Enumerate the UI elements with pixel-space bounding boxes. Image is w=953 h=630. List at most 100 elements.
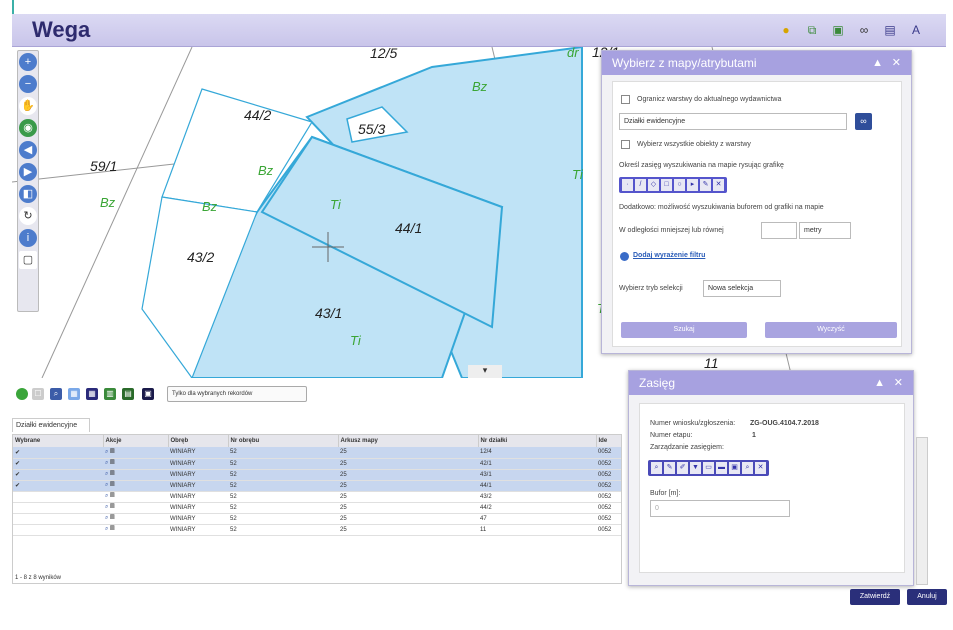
checkbox-icon[interactable]: ☐	[32, 388, 44, 400]
zoom-icon[interactable]: ⌕	[105, 471, 108, 477]
cell-ide: 0052	[596, 469, 621, 481]
zoom-icon[interactable]: ⌕	[105, 526, 108, 532]
trash-icon[interactable]: ▤	[110, 504, 115, 510]
column-header[interactable]: Nr działki	[478, 435, 597, 447]
table-row[interactable]: ✔ ⌕ ▤ WINIARY 52 25 44/1 0052	[13, 480, 621, 492]
unit-select[interactable]: metry	[799, 222, 851, 239]
vertical-scrollbar[interactable]	[916, 437, 928, 585]
grid-icon[interactable]: ▦	[68, 388, 80, 400]
close-icon[interactable]: ✕	[894, 371, 903, 395]
filter-table-icon[interactable]: ▣	[142, 388, 154, 400]
draw-line-icon[interactable]: /	[635, 179, 646, 191]
tab-dzialki[interactable]: Działki ewidencyjne	[12, 418, 90, 432]
save-icon[interactable]: ▣	[729, 462, 740, 474]
table-row[interactable]: ⌕ ▤ WINIARY 52 25 44/2 0052	[13, 502, 621, 514]
column-header[interactable]: Akcje	[103, 435, 169, 447]
layer-icon[interactable]: ▭	[703, 462, 714, 474]
zoom-icon[interactable]: ⌕	[105, 504, 108, 510]
column-header[interactable]: Wybrane	[13, 435, 104, 447]
select-icon[interactable]: ◧	[19, 185, 37, 203]
cell-obreb: WINIARY	[168, 513, 228, 525]
draw-rect-icon[interactable]: □	[661, 179, 672, 191]
add-filter-icon[interactable]	[620, 252, 629, 261]
draw-delete-icon[interactable]: ✕	[713, 179, 724, 191]
binoculars-icon[interactable]: ∞	[856, 22, 872, 38]
export-icon[interactable]: ▢	[19, 251, 37, 269]
extent-panel-body: Numer wniosku/zgłoszenia: ZG-OUG.4104.7.…	[639, 403, 905, 573]
column-header[interactable]: Obręb	[168, 435, 229, 447]
zoom-icon[interactable]: ⌕	[105, 460, 108, 466]
draw-polygon-icon[interactable]: ◇	[648, 179, 659, 191]
select-all-checkbox[interactable]	[621, 140, 630, 149]
cell-nr: 52	[228, 458, 338, 470]
text-size-icon[interactable]: A	[908, 22, 924, 38]
close-icon[interactable]: ✕	[892, 51, 901, 75]
table-icon[interactable]: ▦	[86, 388, 98, 400]
status-icon[interactable]	[16, 388, 28, 400]
delete-icon[interactable]: ▬	[716, 462, 727, 474]
refresh-icon[interactable]: ↻	[19, 207, 37, 225]
back-icon[interactable]: ◀	[19, 141, 37, 159]
edit-icon[interactable]: ✐	[677, 462, 688, 474]
search-button[interactable]: Szukaj	[621, 322, 747, 338]
trash-icon[interactable]: ▤	[110, 482, 115, 488]
trash-icon[interactable]: ▤	[110, 471, 115, 477]
column-header[interactable]: Nr obrębu	[228, 435, 339, 447]
draw-select-icon[interactable]: ▸	[687, 179, 698, 191]
column-header[interactable]: Ide	[596, 435, 621, 447]
zoom-icon[interactable]: ⌕	[105, 482, 108, 488]
draw-edit-icon[interactable]: ✎	[700, 179, 711, 191]
trash-icon[interactable]: ▤	[110, 493, 115, 499]
distance-input[interactable]	[761, 222, 797, 239]
map-left-toolbar: + − ✋ ◉ ◀ ▶ ◧ ↻ i ▢	[17, 50, 39, 312]
print-table-icon[interactable]: ▤	[122, 388, 134, 400]
table-row[interactable]: ✔ ⌕ ▤ WINIARY 52 25 43/1 0052	[13, 469, 621, 481]
info-icon[interactable]: i	[19, 229, 37, 247]
collapse-icon[interactable]: ▲	[872, 51, 883, 75]
zoom-out-icon[interactable]: −	[19, 75, 37, 93]
import-icon[interactable]: ▼	[690, 462, 701, 474]
trash-icon[interactable]: ▤	[110, 526, 115, 532]
trash-icon[interactable]: ▤	[110, 515, 115, 521]
trash-icon[interactable]: ✕	[755, 462, 766, 474]
lightbulb-icon[interactable]: ●	[778, 22, 794, 38]
add-filter-link[interactable]: Dodaj wyrażenie filtru	[633, 252, 705, 259]
limit-layers-checkbox[interactable]	[621, 95, 630, 104]
zoom-in-icon[interactable]: +	[19, 53, 37, 71]
table-row[interactable]: ⌕ ▤ WINIARY 52 25 43/2 0052	[13, 491, 621, 503]
table-row[interactable]: ✔ ⌕ ▤ WINIARY 52 25 42/1 0052	[13, 458, 621, 470]
zoom-icon[interactable]: ⌕	[50, 388, 62, 400]
table-footer: 1 - 8 z 8 wyników	[15, 575, 62, 581]
clear-button[interactable]: Wyczyść	[765, 322, 897, 338]
trash-icon[interactable]: ▤	[110, 460, 115, 466]
cancel-button[interactable]: Anuluj	[907, 589, 947, 605]
table-row[interactable]: ⌕ ▤ WINIARY 52 25 11 0052	[13, 524, 621, 536]
only-selected-toggle[interactable]: Tylko dla wybranych rekordów	[167, 386, 307, 402]
forward-icon[interactable]: ▶	[19, 163, 37, 181]
trash-icon[interactable]: ▤	[110, 449, 115, 455]
pan-hand-icon[interactable]: ✋	[19, 97, 37, 115]
draw-point-icon[interactable]: ·	[622, 179, 633, 191]
zoom-icon[interactable]: ⌕	[105, 515, 108, 521]
layers-icon[interactable]: ⧉	[804, 22, 820, 38]
zoom-icon[interactable]: ⌕	[105, 493, 108, 499]
search-icon[interactable]: ⌕	[742, 462, 753, 474]
mode-select[interactable]: Nowa selekcja	[703, 280, 781, 297]
export-table-icon[interactable]: ▥	[104, 388, 116, 400]
confirm-button[interactable]: Zatwierdź	[850, 589, 900, 605]
table-row[interactable]: ⌕ ▤ WINIARY 52 25 47 0052	[13, 513, 621, 525]
zoom-extent-icon[interactable]: ◉	[19, 119, 37, 137]
binoculars-icon[interactable]: ∞	[855, 113, 872, 130]
zoom-icon[interactable]: ⌕	[105, 449, 108, 455]
collapse-map-button[interactable]: ▾	[468, 365, 502, 378]
draw-circle-icon[interactable]: ○	[674, 179, 685, 191]
buffer-input[interactable]: 0	[650, 500, 790, 517]
layer-select[interactable]: Działki ewidencyjne	[619, 113, 847, 130]
zoom-icon[interactable]: ⌕	[651, 462, 662, 474]
map-select-icon[interactable]: ▣	[830, 22, 846, 38]
column-header[interactable]: Arkusz mapy	[338, 435, 479, 447]
collapse-icon[interactable]: ▲	[874, 371, 885, 395]
draw-icon[interactable]: ✎	[664, 462, 675, 474]
table-row[interactable]: ✔ ⌕ ▤ WINIARY 52 25 12/4 0052	[13, 447, 621, 459]
print-icon[interactable]: ▤	[882, 22, 898, 38]
